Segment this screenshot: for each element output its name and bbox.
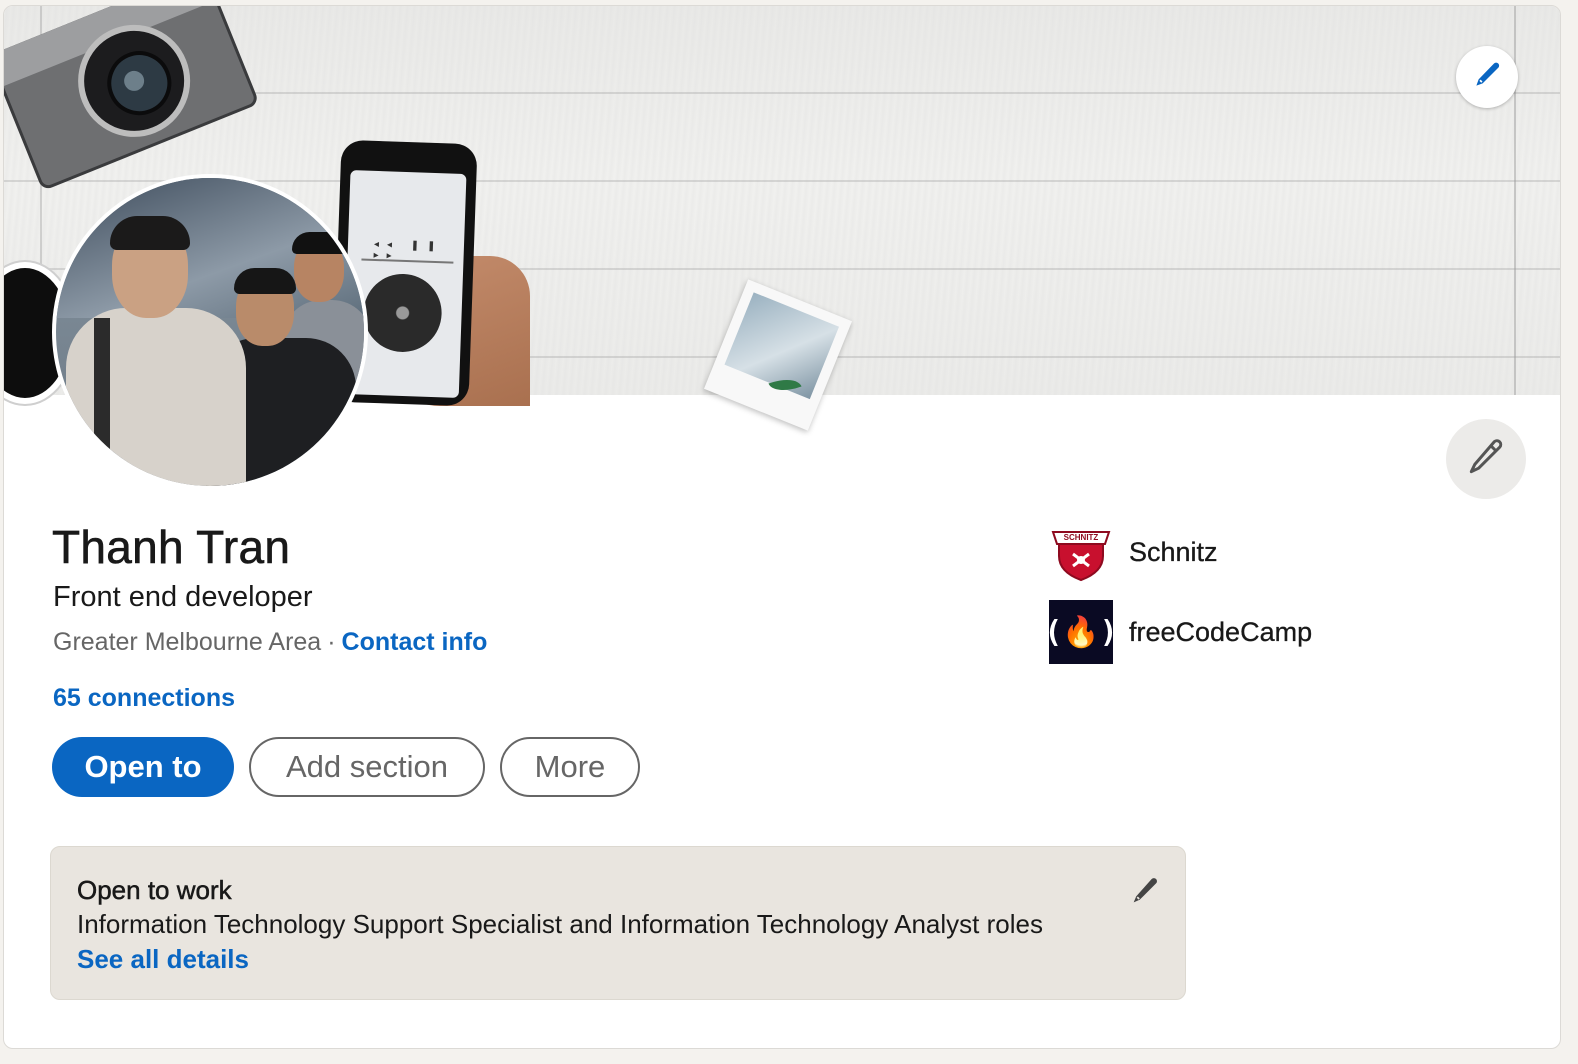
schnitz-logo-text: SCHNITZ xyxy=(1063,533,1099,542)
location-row: Greater Melbourne Area · Contact info xyxy=(53,628,487,657)
profile-name: Thanh Tran xyxy=(52,521,291,574)
profile-headline: Front end developer xyxy=(53,581,313,613)
connections-link[interactable]: 65 connections xyxy=(53,684,235,713)
org-freecodecamp[interactable]: (🔥) freeCodeCamp xyxy=(1044,600,1313,664)
contact-info-link[interactable]: Contact info xyxy=(342,628,488,656)
open-to-work-card[interactable]: Open to work Information Technology Supp… xyxy=(50,846,1186,1000)
more-button[interactable]: More xyxy=(500,737,640,797)
edit-cover-button[interactable] xyxy=(1456,46,1518,108)
pencil-icon xyxy=(1472,60,1502,95)
see-all-details-link[interactable]: See all details xyxy=(77,944,249,975)
open-to-work-title: Open to work xyxy=(77,875,232,906)
profile-card: ◂◂ ❚❚ ▸▸ Thanh Tran Front end developer … xyxy=(3,5,1561,1049)
edit-intro-button[interactable] xyxy=(1446,419,1526,499)
org-schnitz[interactable]: SCHNITZ Schnitz xyxy=(1049,520,1312,584)
org-name: Schnitz xyxy=(1129,536,1218,567)
edit-open-to-work-button[interactable] xyxy=(1125,873,1165,913)
open-to-work-description: Information Technology Support Specialis… xyxy=(77,909,1043,939)
freecodecamp-logo: (🔥) xyxy=(1044,600,1118,664)
schnitz-logo: SCHNITZ xyxy=(1049,520,1113,584)
add-section-button[interactable]: Add section xyxy=(249,737,485,797)
profile-photo[interactable] xyxy=(52,174,368,490)
location-text: Greater Melbourne Area xyxy=(53,628,322,656)
polaroid-illustration xyxy=(703,279,853,431)
org-name: freeCodeCamp xyxy=(1129,616,1313,647)
open-to-button[interactable]: Open to xyxy=(52,737,234,797)
pencil-icon xyxy=(1129,875,1161,912)
pencil-icon xyxy=(1465,436,1507,483)
organizations-list: SCHNITZ Schnitz (🔥) freeCodeCamp xyxy=(1044,520,1313,680)
separator: · xyxy=(327,628,336,656)
